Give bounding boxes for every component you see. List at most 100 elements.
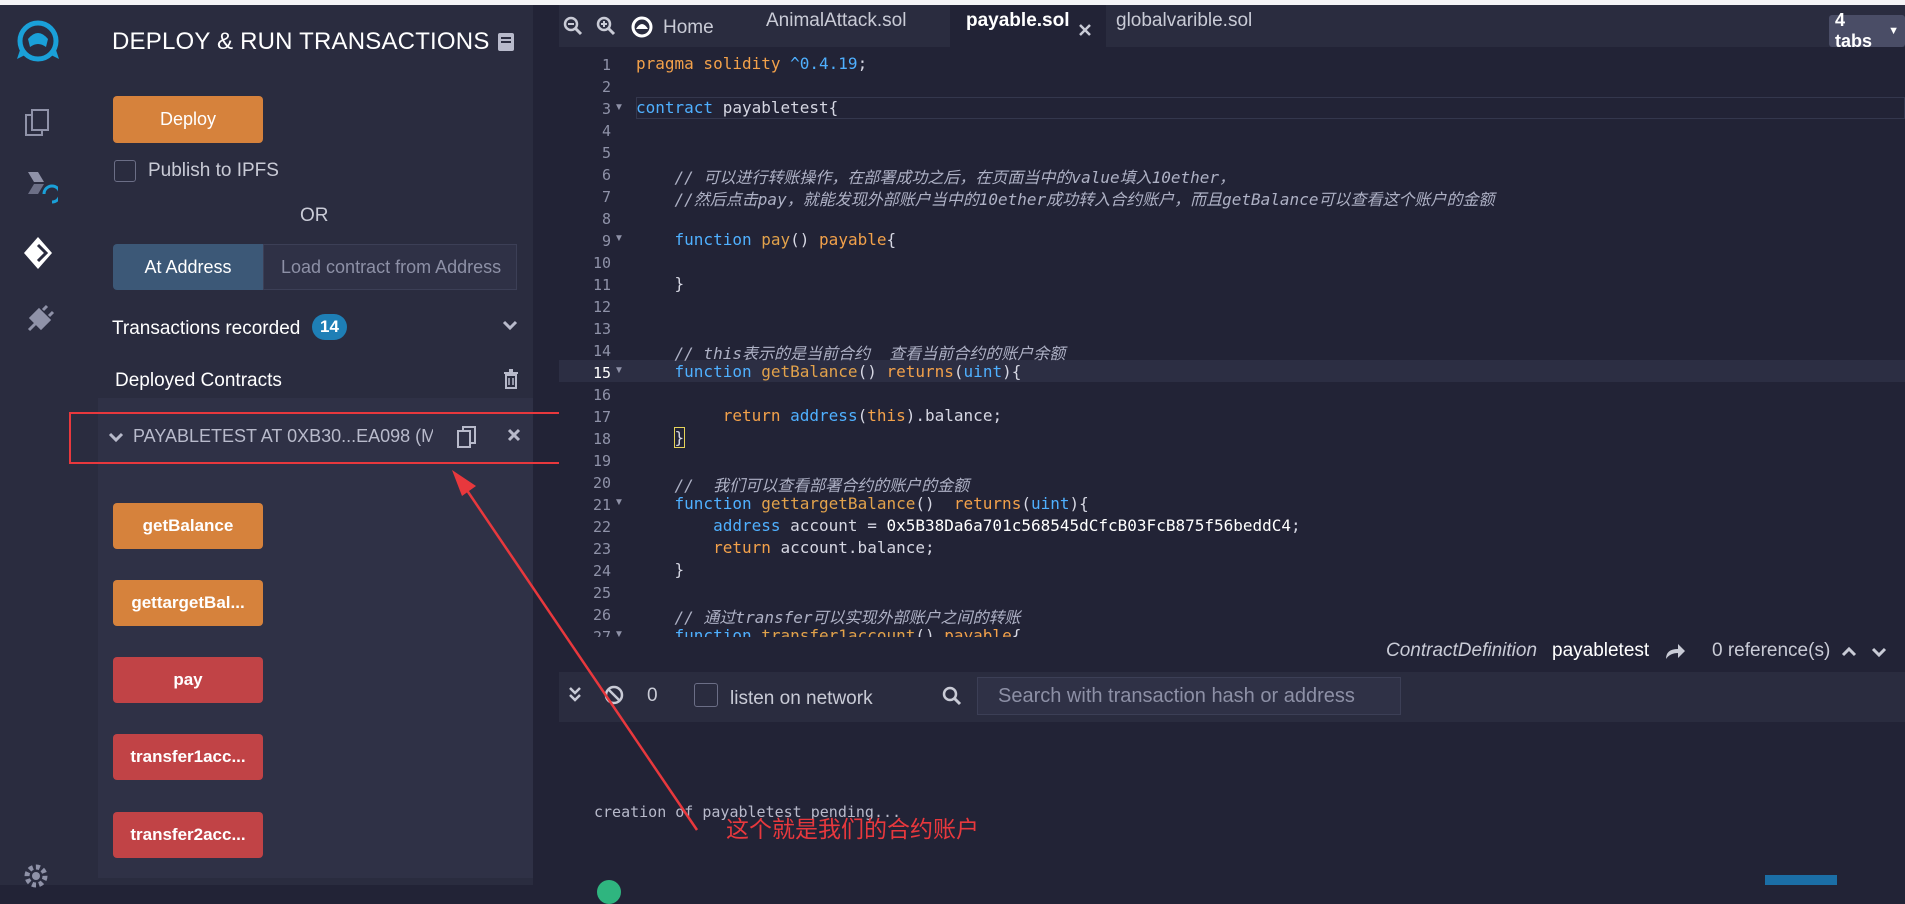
line-number: 1 xyxy=(601,56,611,74)
line-number: 6 xyxy=(601,166,611,184)
line-number: 14 xyxy=(592,342,611,360)
fold-arrow-icon[interactable]: ▼ xyxy=(614,365,624,376)
code-line-1: pragma solidity ^0.4.19; xyxy=(636,54,868,73)
fold-arrow-icon[interactable]: ▼ xyxy=(614,233,624,244)
or-separator: OR xyxy=(300,205,329,226)
reference-count: 0 reference(s) xyxy=(1712,640,1831,661)
trash-icon[interactable] xyxy=(503,369,519,394)
function-button-getbalance[interactable]: getBalance xyxy=(113,503,263,549)
line-number: 16 xyxy=(592,386,611,404)
fold-arrow-icon[interactable]: ▼ xyxy=(614,497,624,508)
function-button-transfer2account[interactable]: transfer2acc... xyxy=(113,812,263,858)
line-number: 25 xyxy=(592,584,611,602)
code-line-22: address account = 0x5B38Da6a701c568545dC… xyxy=(713,516,1301,535)
code-line-9: function pay() payable{ xyxy=(674,230,897,249)
line-number: 9 xyxy=(601,232,611,250)
transaction-search-input[interactable]: Search with transaction hash or address xyxy=(977,677,1401,715)
tabs-count-dropdown[interactable]: 4 tabs ▼ xyxy=(1829,10,1905,51)
contract-definition-label: ContractDefinition xyxy=(1386,640,1538,661)
icon-sidebar xyxy=(0,5,75,885)
chevron-up-icon[interactable] xyxy=(1841,645,1857,663)
code-line-23: return account.balance; xyxy=(713,538,935,557)
contract-definition-name: payabletest xyxy=(1552,640,1650,661)
zoom-in-icon[interactable] xyxy=(596,16,616,41)
function-button-pay[interactable]: pay xyxy=(113,657,263,703)
zoom-out-icon[interactable] xyxy=(563,16,583,41)
chevron-down-icon[interactable] xyxy=(502,318,518,336)
fold-arrow-icon[interactable]: ▼ xyxy=(614,102,624,113)
code-line-6: // 可以进行转账操作，在部署成功之后，在页面当中的value填入10ether… xyxy=(636,168,1236,187)
annotation-text: 这个就是我们的合约账户 xyxy=(726,816,979,842)
code-line-11: } xyxy=(636,274,685,293)
solidity-compiler-icon[interactable] xyxy=(0,170,75,210)
code-line-18: } xyxy=(673,427,686,448)
line-number: 26 xyxy=(592,606,611,624)
caret-down-icon: ▼ xyxy=(1888,25,1899,37)
chevron-down-icon[interactable] xyxy=(1871,645,1887,663)
line-number: 23 xyxy=(592,540,611,558)
collapse-terminal-icon[interactable] xyxy=(568,685,582,708)
line-number: 17 xyxy=(592,408,611,426)
function-button-transfer1account[interactable]: transfer1acc... xyxy=(113,734,263,780)
tab-globalvarible[interactable]: globalvarible.sol xyxy=(1116,10,1252,32)
remix-logo-icon[interactable] xyxy=(0,17,75,67)
documentation-icon[interactable] xyxy=(497,32,515,57)
code-line-21: function gettargetBalance() returns(uint… xyxy=(674,494,1089,513)
tab-animalattack[interactable]: AnimalAttack.sol xyxy=(766,10,906,32)
line-number: 7 xyxy=(601,188,611,206)
home-remix-icon[interactable] xyxy=(630,15,654,44)
function-button-gettargetbalance[interactable]: gettargetBal... xyxy=(113,580,263,626)
code-line-20: // 我们可以查看部署合约的账户的金额 xyxy=(636,476,970,495)
close-tab-icon[interactable] xyxy=(1077,22,1093,43)
line-number: 19 xyxy=(592,452,611,470)
partial-button[interactable] xyxy=(1765,875,1837,885)
line-number: 20 xyxy=(592,474,611,492)
line-number: 12 xyxy=(592,298,611,316)
tab-home[interactable]: Home xyxy=(663,17,714,39)
code-line-24: } xyxy=(636,560,685,579)
load-address-input[interactable]: Load contract from Address xyxy=(263,244,517,290)
clear-console-icon[interactable] xyxy=(604,685,624,710)
line-number: 24 xyxy=(592,562,611,580)
listen-network-checkbox[interactable] xyxy=(694,683,718,707)
code-line-7: //然后点击pay，就能发现外部账户当中的10ether成功转入合约账户，而且g… xyxy=(636,190,1495,209)
line-number: 4 xyxy=(601,122,611,140)
publish-ipfs-label: Publish to IPFS xyxy=(148,160,279,181)
line-number: 10 xyxy=(592,254,611,272)
line-number: 3 xyxy=(601,100,611,118)
line-number: 18 xyxy=(592,430,611,448)
code-line-14: // this表示的是当前合约 查看当前合约的账户余额 xyxy=(636,344,1066,363)
deploy-button[interactable]: Deploy xyxy=(113,96,263,143)
transactions-recorded-label[interactable]: Transactions recorded xyxy=(112,318,300,340)
panel-title: DEPLOY & RUN TRANSACTIONS xyxy=(112,28,490,55)
deployed-contracts-title: Deployed Contracts xyxy=(115,370,282,391)
file-explorer-icon[interactable] xyxy=(0,105,75,141)
publish-ipfs-checkbox[interactable] xyxy=(114,160,136,182)
code-line-27: function transfer1account() payable{ xyxy=(674,626,1022,637)
deploy-run-icon[interactable] xyxy=(0,233,75,273)
deployed-contract-panel xyxy=(98,398,533,878)
code-line-3: contract payabletest{ xyxy=(636,98,839,117)
pending-tx-count: 0 xyxy=(647,685,658,706)
line-number: 8 xyxy=(601,210,611,228)
goto-definition-icon[interactable] xyxy=(1664,641,1686,666)
tabs-count-label: 4 tabs xyxy=(1835,10,1873,51)
line-number: 11 xyxy=(592,276,611,294)
transactions-count-badge: 14 xyxy=(312,314,347,340)
code-line-17: return address(this).balance; xyxy=(722,406,1003,425)
at-address-button[interactable]: At Address xyxy=(113,244,263,290)
line-number: 5 xyxy=(601,144,611,162)
line-number: 13 xyxy=(592,320,611,338)
line-number: 22 xyxy=(592,518,611,536)
plugin-manager-icon[interactable] xyxy=(0,303,75,339)
code-line-26: // 通过transfer可以实现外部账户之间的转账 xyxy=(636,608,1021,627)
code-line-15: function getBalance() returns(uint){ xyxy=(674,362,1022,381)
tab-payable[interactable]: payable.sol xyxy=(966,10,1070,32)
line-number: 2 xyxy=(601,78,611,96)
settings-gear-icon[interactable] xyxy=(22,862,50,895)
annotation-highlight-box xyxy=(69,412,565,464)
line-number: 21 xyxy=(592,496,611,514)
line-number: 15 xyxy=(592,364,611,382)
search-icon xyxy=(942,686,962,711)
status-indicator-icon xyxy=(597,880,621,904)
